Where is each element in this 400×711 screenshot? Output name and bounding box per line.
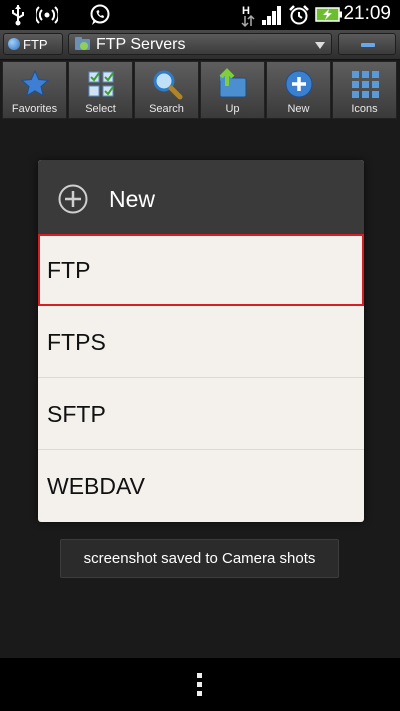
path-label: FTP Servers [96, 36, 186, 53]
network-folder-icon [75, 37, 90, 50]
protocol-button[interactable]: FTP [3, 33, 63, 55]
option-ftp[interactable]: FTP [38, 234, 364, 306]
folder-up-icon [219, 68, 246, 98]
collapse-button[interactable] [338, 33, 396, 55]
plus-circle-icon [285, 70, 312, 98]
globe-icon [8, 38, 20, 50]
dialog-header: New [38, 160, 364, 235]
favorites-button[interactable]: Favorites [2, 61, 67, 119]
minus-icon [361, 43, 375, 47]
icons-label: Icons [351, 103, 378, 115]
favorites-label: Favorites [11, 103, 58, 115]
dialog-title: New [109, 186, 156, 212]
new-label: New [287, 103, 310, 115]
protocol-label: FTP [23, 37, 48, 52]
battery-charging-icon [315, 7, 342, 22]
search-button[interactable]: Search [134, 61, 199, 119]
select-label: Select [85, 103, 116, 115]
search-label: Search [149, 103, 184, 115]
alarm-icon [289, 5, 309, 25]
new-connection-dialog: New FTP FTPS SFTP WEBDAV [38, 160, 364, 522]
up-button[interactable]: Up [200, 61, 265, 119]
toolbar: Favorites Select Search Up New Icons [2, 60, 398, 120]
signal-icon [262, 6, 281, 25]
chevron-down-icon [315, 42, 325, 49]
hsdpa-data-icon: H [241, 5, 255, 28]
menu-icon[interactable] [197, 673, 203, 697]
status-bar: H 21:09 [0, 0, 400, 30]
new-button[interactable]: New [266, 61, 331, 119]
option-ftps[interactable]: FTPS [38, 306, 364, 378]
toast-message: screenshot saved to Camera shots [60, 539, 339, 578]
option-webdav[interactable]: WEBDAV [38, 450, 364, 522]
select-grid-icon [88, 71, 114, 97]
up-label: Up [225, 103, 240, 115]
path-dropdown[interactable]: FTP Servers [68, 33, 332, 55]
whatsapp-icon [90, 4, 110, 25]
wifi-hotspot-icon [36, 6, 58, 24]
icons-button[interactable]: Icons [332, 61, 397, 119]
option-sftp[interactable]: SFTP [38, 378, 364, 450]
select-button[interactable]: Select [68, 61, 133, 119]
usb-icon [12, 5, 24, 26]
location-bar: FTP FTP Servers [0, 30, 400, 60]
clock: 21:09 [343, 3, 391, 24]
svg-text:H: H [242, 5, 250, 17]
star-icon [20, 69, 49, 97]
icons-grid-icon [351, 71, 379, 98]
add-circle-icon [58, 184, 88, 214]
magnifier-icon [153, 70, 182, 100]
navigation-bar [0, 658, 400, 711]
